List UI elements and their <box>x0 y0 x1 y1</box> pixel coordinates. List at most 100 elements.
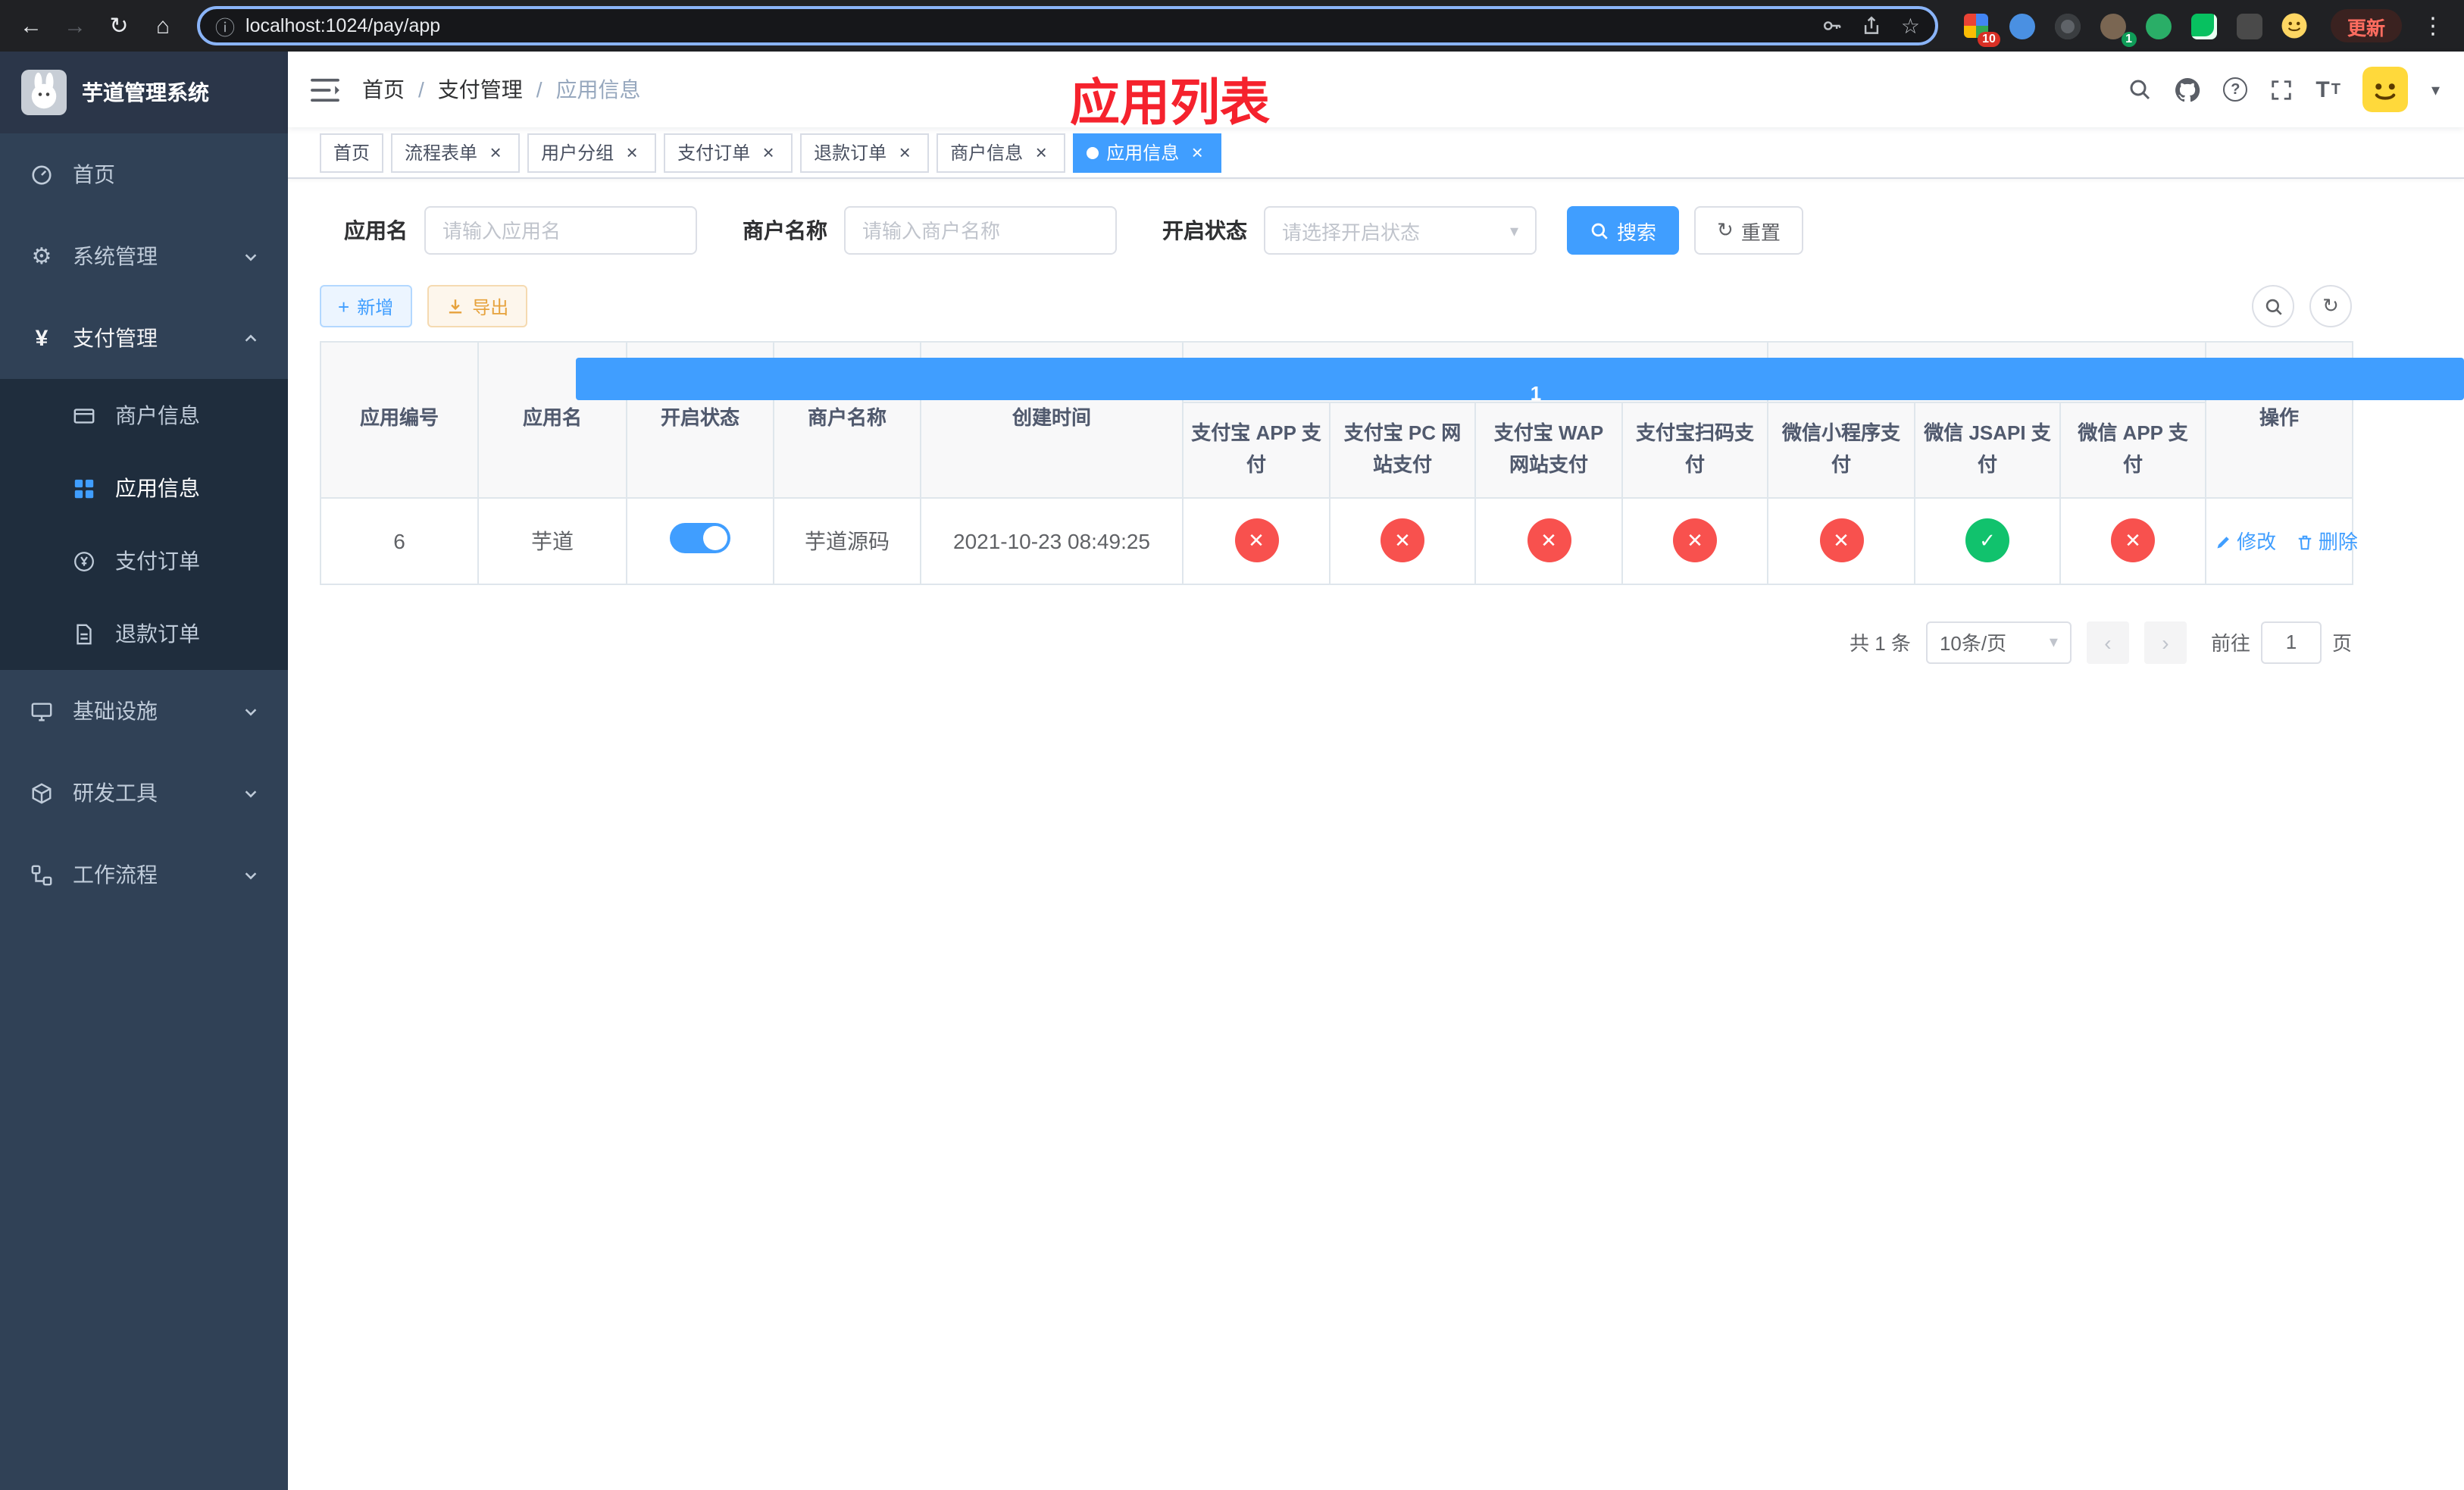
tab-label: 流程表单 <box>405 142 478 164</box>
chevron-down-icon <box>242 248 259 265</box>
sidebar-item-pay-order[interactable]: 支付订单 <box>0 524 288 597</box>
page-1-button[interactable]: 1 <box>576 358 2464 404</box>
cell-app-name: 芋道 <box>477 496 627 585</box>
edit-link[interactable]: 修改 <box>2214 526 2276 555</box>
close-icon[interactable]: × <box>1030 142 1052 162</box>
extension-wechat-icon[interactable] <box>2190 11 2219 40</box>
goto-group: 前往 页 <box>2211 621 2352 664</box>
hamburger-icon[interactable] <box>288 77 362 102</box>
page-info-icon[interactable]: ⓘ <box>215 11 235 40</box>
page-size-select[interactable]: 10条/页 ▾ <box>1925 621 2072 664</box>
next-page-button[interactable]: › <box>2143 621 2187 664</box>
extension-blue-icon[interactable] <box>2008 11 2037 40</box>
extension-puzzle-icon[interactable] <box>2235 11 2264 40</box>
cube-icon <box>29 781 55 804</box>
col-alipay-wap: 支付宝 WAP 网站支付 <box>1474 402 1623 499</box>
tab-refund-order[interactable]: 退款订单 × <box>800 133 930 172</box>
prev-page-button[interactable]: ‹ <box>2086 621 2129 664</box>
bookmark-star-icon[interactable]: ☆ <box>1901 13 1920 39</box>
alipay-qr-status-icon: ✕ <box>1673 518 1717 563</box>
annotation-title: 应用列表 <box>1070 74 1270 130</box>
tab-label: 用户分组 <box>541 142 614 164</box>
app-list-page: 应用名 商户名称 开启状态 请选择开启状态 ▾ 搜索 ↻ 重置 + <box>288 179 2464 1490</box>
sidebar-item-label: 基础设施 <box>73 699 158 723</box>
address-bar[interactable]: ⓘ localhost:1024/pay/app ☆ <box>197 6 1938 45</box>
sidebar-menu: 首页 ⚙ 系统管理 ¥ 支付管理 商户信息 应用信息 支付订单 退款订单 基础设… <box>0 133 288 916</box>
close-icon[interactable]: × <box>894 142 915 162</box>
refresh-icon: ↻ <box>1717 218 1734 241</box>
server-icon <box>29 700 55 722</box>
merchant-name-input[interactable] <box>844 206 1117 255</box>
sidebar-item-dev-tools[interactable]: 研发工具 <box>0 752 288 834</box>
goto-page-input[interactable] <box>2260 621 2322 664</box>
url-text: localhost:1024/pay/app <box>245 15 441 36</box>
dashboard-icon <box>29 163 55 186</box>
toggle-search-button[interactable] <box>2252 285 2294 327</box>
alipay-pc-status-icon: ✕ <box>1381 518 1424 563</box>
status-select[interactable]: 请选择开启状态 ▾ <box>1264 206 1537 255</box>
sidebar-item-home[interactable]: 首页 <box>0 133 288 215</box>
user-avatar[interactable] <box>2362 67 2409 112</box>
status-toggle[interactable] <box>670 523 730 554</box>
sidebar-item-merchant-info[interactable]: 商户信息 <box>0 379 288 452</box>
close-icon[interactable]: × <box>758 142 779 162</box>
search-button[interactable]: 搜索 <box>1567 206 1680 255</box>
app-logo[interactable]: 芋道管理系统 <box>0 52 288 133</box>
browser-back-icon[interactable]: ← <box>12 7 50 45</box>
browser-update-button[interactable]: 更新 <box>2330 9 2402 42</box>
app-title: 芋道管理系统 <box>82 80 209 105</box>
tab-user-group[interactable]: 用户分组 × <box>527 133 657 172</box>
breadcrumb-payment[interactable]: 支付管理 <box>438 74 523 105</box>
tab-home[interactable]: 首页 <box>320 133 384 172</box>
tab-app-info[interactable]: 应用信息 × <box>1073 133 1222 172</box>
close-icon[interactable]: × <box>485 142 506 162</box>
chevron-down-icon <box>242 866 259 883</box>
sidebar-item-infra[interactable]: 基础设施 <box>0 670 288 752</box>
workflow-icon <box>29 863 55 886</box>
chevron-down-icon <box>242 703 259 719</box>
sidebar-item-app-info[interactable]: 应用信息 <box>0 452 288 524</box>
grid-icon <box>71 477 97 499</box>
add-button[interactable]: + 新增 <box>320 285 412 327</box>
share-icon[interactable] <box>1862 14 1883 36</box>
browser-chrome: ← → ↻ ⌂ ⓘ localhost:1024/pay/app ☆ 10 1 … <box>0 0 2464 52</box>
extension-green-circle-icon[interactable] <box>2144 11 2173 40</box>
search-icon[interactable] <box>2128 77 2152 102</box>
toolbar-right-actions: ↻ <box>2252 285 2352 327</box>
delete-link[interactable]: 删除 <box>2296 526 2358 555</box>
extension-emoji-icon[interactable] <box>2281 11 2309 40</box>
github-icon[interactable] <box>2175 77 2200 102</box>
extension-grid-icon[interactable]: 10 <box>1962 11 2000 46</box>
font-size-icon[interactable]: TT <box>2315 77 2340 102</box>
refresh-icon: ↻ <box>2322 294 2339 317</box>
browser-menu-icon[interactable]: ⋮ <box>2414 7 2452 45</box>
sidebar-item-refund-order[interactable]: 退款订单 <box>0 597 288 670</box>
help-icon[interactable]: ? <box>2223 77 2248 102</box>
app-name-input[interactable] <box>424 206 697 255</box>
breadcrumb-current: 应用信息 <box>555 77 641 102</box>
refresh-table-button[interactable]: ↻ <box>2309 285 2352 327</box>
browser-reload-icon[interactable]: ↻ <box>100 7 138 45</box>
col-alipay-pc: 支付宝 PC 网站支付 <box>1329 402 1476 499</box>
sidebar-item-label: 系统管理 <box>73 244 158 268</box>
tab-merchant-info[interactable]: 商户信息 × <box>937 133 1066 172</box>
password-key-icon[interactable] <box>1822 14 1843 36</box>
extension-dark-icon[interactable] <box>2053 11 2082 40</box>
browser-home-icon[interactable]: ⌂ <box>144 7 182 45</box>
breadcrumb-home[interactable]: 首页 <box>362 74 405 105</box>
sidebar-item-payment[interactable]: ¥ 支付管理 <box>0 297 288 379</box>
fullscreen-icon[interactable] <box>2270 78 2293 101</box>
sidebar-item-system[interactable]: ⚙ 系统管理 <box>0 215 288 297</box>
close-icon[interactable]: × <box>621 142 643 162</box>
extension-avatar-icon[interactable]: 1 <box>2099 11 2137 46</box>
chevron-down-icon: ▾ <box>1509 222 1518 240</box>
sidebar-item-workflow[interactable]: 工作流程 <box>0 834 288 916</box>
chevron-down-icon[interactable]: ▾ <box>2431 80 2440 99</box>
tab-flow-form[interactable]: 流程表单 × <box>391 133 521 172</box>
tab-label: 退款订单 <box>814 142 887 164</box>
browser-forward-icon[interactable]: → <box>56 7 94 45</box>
close-icon[interactable]: × <box>1187 142 1208 162</box>
tab-pay-order[interactable]: 支付订单 × <box>664 133 793 172</box>
export-button[interactable]: 导出 <box>427 285 527 327</box>
reset-button[interactable]: ↻ 重置 <box>1694 206 1803 255</box>
